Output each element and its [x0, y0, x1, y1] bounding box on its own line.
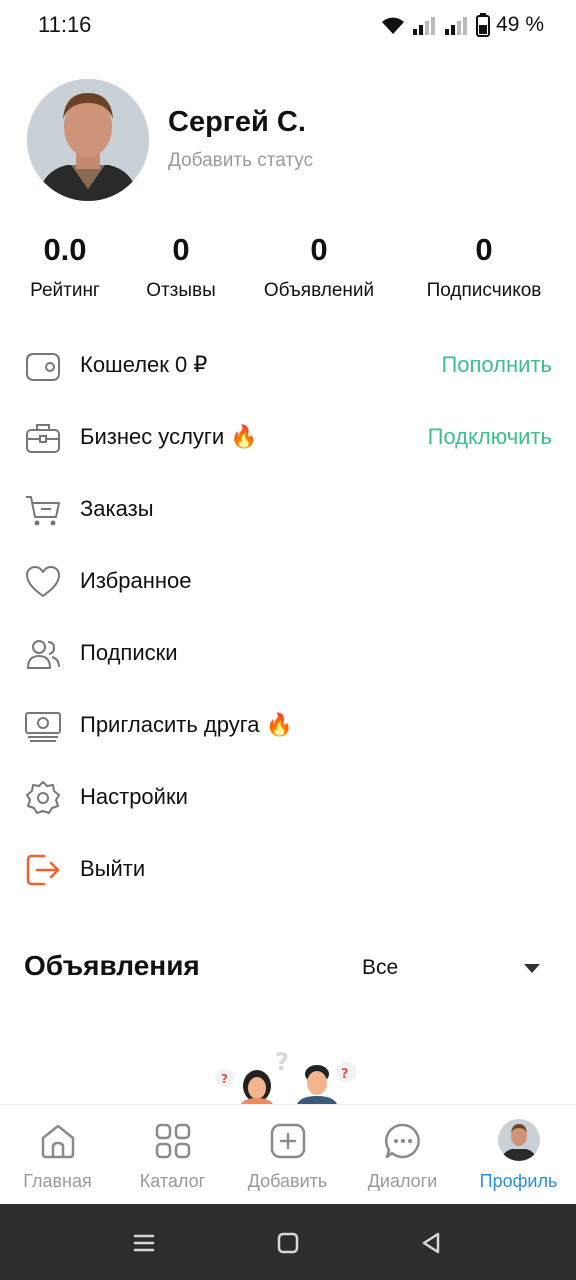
wifi-icon: [382, 17, 405, 34]
top-up-button[interactable]: Пополнить: [441, 352, 552, 378]
add-status-link[interactable]: Добавить статус: [168, 150, 313, 172]
signal-icon: [413, 17, 436, 35]
nav-dialogs[interactable]: Диалоги: [345, 1105, 460, 1205]
chat-icon: [384, 1123, 420, 1159]
nav-home-label: Главная: [23, 1171, 92, 1191]
bottom-nav: Главная Каталог Добавить Диалоги Профиль: [0, 1104, 576, 1204]
svg-text:?: ?: [341, 1067, 349, 1082]
cart-icon: [26, 496, 60, 526]
stat-label: Отзывы: [146, 280, 216, 301]
connect-button[interactable]: Подключить: [428, 424, 552, 450]
avatar: [497, 1119, 540, 1161]
status-bar: 11:16 49 %: [0, 0, 576, 50]
nav-dialogs-label: Диалоги: [367, 1171, 438, 1191]
wallet-label: Кошелек 0 ₽: [80, 352, 208, 377]
orders-label: Заказы: [80, 496, 154, 521]
plus-square-icon: [270, 1123, 305, 1159]
menu-item-wallet[interactable]: Кошелек 0 ₽ Пополнить: [0, 336, 576, 396]
nav-home[interactable]: Главная: [0, 1105, 115, 1205]
status-time: 11:16: [38, 12, 92, 37]
logout-icon: [26, 854, 60, 886]
invite-label: Пригласить друга 🔥: [80, 712, 293, 737]
empty-state-illustration: ? ? ?: [205, 1048, 365, 1104]
battery-level: 49 %: [496, 13, 544, 36]
nav-add[interactable]: Добавить: [230, 1105, 345, 1205]
menu-item-invite[interactable]: Пригласить друга 🔥: [0, 696, 576, 756]
svg-text:?: ?: [275, 1048, 289, 1076]
avatar[interactable]: [27, 79, 149, 201]
ads-filter-select[interactable]: Все: [362, 956, 398, 980]
grid-icon: [155, 1123, 190, 1159]
ads-section-title: Объявления: [24, 950, 200, 981]
nav-catalog[interactable]: Каталог: [115, 1105, 230, 1205]
battery-icon: [476, 13, 491, 37]
menu-item-business[interactable]: Бизнес услуги 🔥 Подключить: [0, 408, 576, 468]
stat-label: Объявлений: [263, 280, 375, 301]
stat-reviews[interactable]: 0 Отзывы: [136, 232, 226, 302]
profile-name: Сергей С.: [168, 106, 306, 138]
svg-text:?: ?: [221, 1072, 228, 1086]
menu-item-subscriptions[interactable]: Подписки: [0, 624, 576, 684]
menu-item-logout[interactable]: Выйти: [0, 840, 576, 900]
stat-label: Рейтинг: [30, 280, 100, 301]
stat-rating[interactable]: 0.0 Рейтинг: [20, 232, 110, 302]
subscriptions-label: Подписки: [80, 640, 178, 665]
stat-value: 0: [310, 232, 328, 267]
home-icon: [41, 1124, 74, 1159]
menu-item-favorites[interactable]: Избранное: [0, 552, 576, 612]
system-nav-bar: [0, 1204, 576, 1280]
wallet-icon: [26, 353, 60, 381]
signal-icon-2: [445, 17, 468, 35]
heart-icon: [26, 566, 60, 597]
menu-icon[interactable]: [129, 1228, 159, 1258]
settings-label: Настройки: [80, 784, 188, 809]
back-icon[interactable]: [416, 1228, 446, 1258]
stat-followers[interactable]: 0 Подписчиков: [412, 232, 556, 302]
nav-add-label: Добавить: [247, 1171, 328, 1191]
menu-item-settings[interactable]: Настройки: [0, 768, 576, 828]
stat-label: Подписчиков: [426, 280, 542, 301]
business-label: Бизнес услуги 🔥: [80, 424, 258, 449]
stat-value: 0: [475, 232, 493, 267]
stat-value: 0.0: [43, 232, 87, 267]
status-icons: 49 %: [380, 10, 544, 40]
users-icon: [27, 640, 60, 669]
gear-icon: [26, 781, 60, 814]
home-button-icon[interactable]: [273, 1228, 303, 1258]
nav-profile-label: Профиль: [479, 1171, 558, 1191]
chevron-down-icon[interactable]: [524, 964, 540, 973]
logout-label: Выйти: [80, 856, 146, 881]
favorites-label: Избранное: [80, 568, 192, 593]
nav-profile[interactable]: Профиль: [461, 1105, 576, 1205]
stat-ads[interactable]: 0 Объявлений: [254, 232, 384, 302]
menu-item-orders[interactable]: Заказы: [0, 480, 576, 540]
money-icon: [25, 712, 61, 742]
briefcase-icon: [26, 424, 60, 453]
nav-catalog-label: Каталог: [139, 1171, 206, 1191]
stat-value: 0: [172, 232, 190, 267]
